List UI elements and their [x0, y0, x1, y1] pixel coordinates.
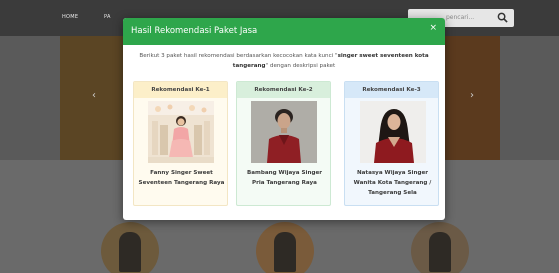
- search-icon[interactable]: [497, 12, 508, 23]
- package-photo[interactable]: [251, 101, 317, 163]
- category-image[interactable]: [411, 222, 469, 273]
- card-heading: Rekomendasi Ke-1: [134, 82, 227, 98]
- category-image[interactable]: [101, 222, 159, 273]
- singer-photo: [360, 101, 426, 163]
- package-photo[interactable]: [148, 101, 214, 163]
- recommendation-card[interactable]: Rekomendasi Ke-1 Fanny Singer Sweet Seve…: [133, 81, 228, 206]
- intro-text-after: " dengan deskripsi paket: [265, 62, 336, 69]
- category-image[interactable]: [256, 222, 314, 273]
- package-name[interactable]: Fanny Singer Sweet Seventeen Tangerang R…: [138, 168, 225, 188]
- carousel-prev-icon[interactable]: ‹: [92, 90, 96, 101]
- recommendation-card[interactable]: Rekomendasi Ke-2 Bambang Wijaya Singer P…: [236, 81, 331, 206]
- category-figure: [429, 232, 451, 272]
- search-placeholder: pencari...: [446, 14, 475, 21]
- singer-photo: [251, 101, 317, 163]
- package-name[interactable]: Bambang Wijaya Singer Pria Tangerang Ray…: [241, 168, 328, 188]
- category-figure: [119, 232, 141, 272]
- nav-home-link[interactable]: HOME: [62, 14, 78, 20]
- package-photo[interactable]: [360, 101, 426, 163]
- carousel-next-icon[interactable]: ›: [470, 90, 474, 101]
- recommendation-modal: Hasil Rekomendasi Paket Jasa × Berikut 3…: [123, 18, 445, 220]
- modal-header: Hasil Rekomendasi Paket Jasa ×: [123, 18, 445, 45]
- category-figure: [274, 232, 296, 272]
- card-heading: Rekomendasi Ke-3: [345, 82, 438, 98]
- card-heading: Rekomendasi Ke-2: [237, 82, 330, 98]
- intro-text-before: Berikut 3 paket hasil rekomendasi berdas…: [139, 53, 338, 59]
- singer-photo: [148, 101, 214, 163]
- nav-second-link[interactable]: PA: [104, 14, 111, 20]
- package-name[interactable]: Natasya Wijaya Singer Wanita Kota Tanger…: [349, 168, 436, 198]
- modal-title: Hasil Rekomendasi Paket Jasa: [131, 26, 258, 36]
- recommendation-card[interactable]: Rekomendasi Ke-3 Natasya Wijaya Singer W…: [344, 81, 439, 206]
- modal-intro-text: Berikut 3 paket hasil rekomendasi berdas…: [133, 52, 435, 71]
- close-icon[interactable]: ×: [429, 24, 437, 33]
